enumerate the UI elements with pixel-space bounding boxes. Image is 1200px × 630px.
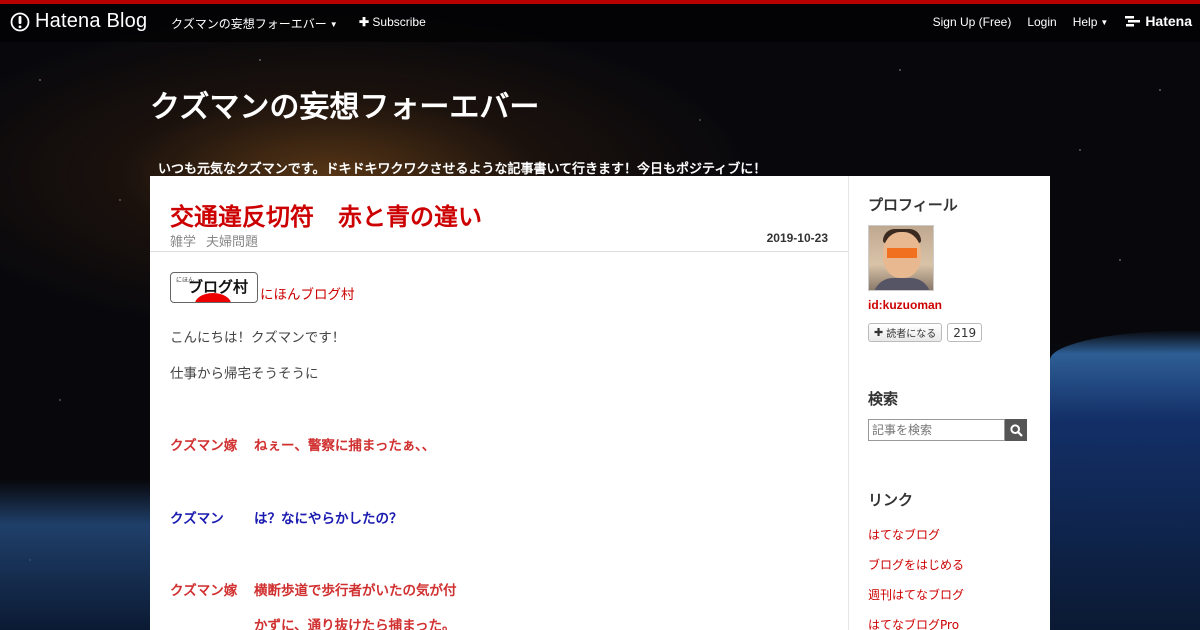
search-input[interactable] — [868, 419, 1005, 441]
entry-paragraph: 仕事から帰宅そうそうに — [170, 366, 319, 382]
dialog-text: は？なにやらかしたの？ — [254, 511, 403, 527]
blog-description: いつも元気なクズマンです。ドキドキワクワクさせるような記事書いて行きます！今日も… — [158, 162, 767, 177]
search-heading: 検索 — [868, 390, 899, 408]
hatena-cloud-icon — [1125, 16, 1141, 27]
category-link[interactable]: 雑学 — [170, 231, 196, 250]
subscribe-button[interactable]: ✚ Subscribe — [359, 15, 426, 29]
dialog-text: 横断歩道で歩行者がいたの気が付 — [254, 583, 457, 599]
blogmura-banner-row: にほん ブログ村 にほんブログ村 — [170, 272, 355, 303]
follow-label: 読者になる — [886, 329, 937, 340]
search-form — [868, 419, 1050, 441]
caret-down-icon: ▼ — [1100, 18, 1109, 27]
sidebar-link[interactable]: はてなブログPro — [868, 616, 1050, 630]
earth-horizon-image — [1050, 330, 1200, 630]
blogmura-banner-image[interactable]: にほん ブログ村 — [170, 272, 258, 303]
blog-menu-dropdown[interactable]: クズマンの妄想フォーエバー ▼ — [171, 15, 338, 32]
subscribe-label: Subscribe — [372, 15, 426, 29]
hatena-blog-logo-icon — [10, 12, 30, 31]
logo-text: Hatena Blog — [35, 10, 148, 32]
content-wrapper: 交通違反切符 赤と青の違い 雑学 夫婦問題 2019-10-23 にほん ブログ… — [150, 176, 1050, 630]
hatena-brand-label: Hatena — [1145, 13, 1192, 29]
dialog-line: かずに、通り抜けたら捕まった。 — [170, 614, 456, 630]
dialog-speaker: クズマン嫁 — [170, 438, 238, 454]
sidebar: プロフィール id:kuzuoman ✚ 読者になる 219 検索 記事を検索 … — [849, 176, 1050, 630]
profile-heading: プロフィール — [868, 196, 958, 214]
entry-date[interactable]: 2019-10-23 — [767, 231, 828, 245]
dialog-line: クズマン嫁 ねぇー、警察に捕まったぁ、、 — [170, 434, 435, 454]
entry-categories: 雑学 夫婦問題 — [170, 231, 258, 250]
entry-body: にほん ブログ村 にほんブログ村 こんにちは！クズマンです！ 仕事から帰宅そうそ… — [150, 252, 848, 630]
category-link[interactable]: 夫婦問題 — [206, 231, 258, 250]
dialog-text: かずに、通り抜けたら捕まった。 — [254, 618, 456, 630]
login-link[interactable]: Login — [1027, 15, 1056, 29]
help-label: Help — [1072, 15, 1098, 29]
follow-button[interactable]: ✚ 読者になる — [868, 323, 943, 342]
avatar-eye-mask-shape — [887, 248, 917, 258]
main-column: 交通違反切符 赤と青の違い 雑学 夫婦問題 2019-10-23 にほん ブログ… — [150, 176, 849, 630]
avatar-shirt-shape — [873, 278, 931, 290]
caret-down-icon: ▼ — [329, 20, 338, 29]
search-icon — [1009, 423, 1023, 437]
hatena-brand-link[interactable]: Hatena — [1124, 13, 1192, 29]
dialog-text: ねぇー、警察に捕まったぁ、、 — [254, 438, 436, 454]
blog-title[interactable]: クズマンの妄想フォーエバー — [150, 82, 539, 126]
links-list: はてなブログ ブログをはじめる 週刊はてなブログ はてなブログPro — [868, 526, 1050, 630]
entry-title[interactable]: 交通違反切符 赤と青の違い — [170, 197, 482, 232]
links-heading: リンク — [868, 491, 914, 509]
banner-big-text: ブログ村 — [188, 278, 249, 296]
sidebar-link[interactable]: 週刊はてなブログ — [868, 586, 1050, 603]
blog-menu-label: クズマンの妄想フォーエバー — [171, 17, 327, 31]
dialog-speaker: クズマン嫁 — [170, 583, 238, 599]
help-dropdown[interactable]: Help ▼ — [1073, 15, 1109, 29]
plus-icon: ✚ — [359, 15, 370, 29]
sidebar-link[interactable]: はてなブログ — [868, 526, 1050, 543]
sidebar-link[interactable]: ブログをはじめる — [868, 556, 1050, 573]
follow-row: ✚ 読者になる 219 — [868, 323, 1050, 342]
links-module: リンク はてなブログ ブログをはじめる 週刊はてなブログ はてなブログPro — [868, 489, 1050, 630]
blogmura-link[interactable]: にほんブログ村 — [260, 283, 355, 303]
dialog-speaker: クズマン — [170, 511, 224, 527]
profile-user-id[interactable]: id:kuzuoman — [868, 298, 1050, 312]
search-button[interactable] — [1005, 419, 1027, 441]
entry-header: 交通違反切符 赤と青の違い 雑学 夫婦問題 2019-10-23 — [150, 176, 848, 252]
dialog-line: クズマン嫁 横断歩道で歩行者がいたの気が付 — [170, 579, 457, 599]
search-module: 検索 — [868, 388, 1050, 441]
avatar[interactable] — [868, 225, 934, 291]
follower-count[interactable]: 219 — [947, 323, 983, 342]
plus-icon: ✚ — [874, 326, 884, 339]
header-right-menu: Sign Up (Free) Login Help ▼ Hatena — [933, 13, 1192, 29]
profile-module: プロフィール id:kuzuoman ✚ 読者になる 219 — [868, 194, 1050, 342]
earth-horizon-left-image — [0, 480, 150, 630]
entry-paragraph: こんにちは！クズマンです！ — [170, 330, 346, 346]
hatena-blog-logo[interactable]: Hatena Blog — [10, 10, 147, 33]
signup-link[interactable]: Sign Up (Free) — [933, 15, 1012, 29]
dialog-line: クズマン は？なにやらかしたの？ — [170, 507, 403, 527]
global-header: Hatena Blog クズマンの妄想フォーエバー ▼ ✚ Subscribe S… — [0, 0, 1200, 42]
